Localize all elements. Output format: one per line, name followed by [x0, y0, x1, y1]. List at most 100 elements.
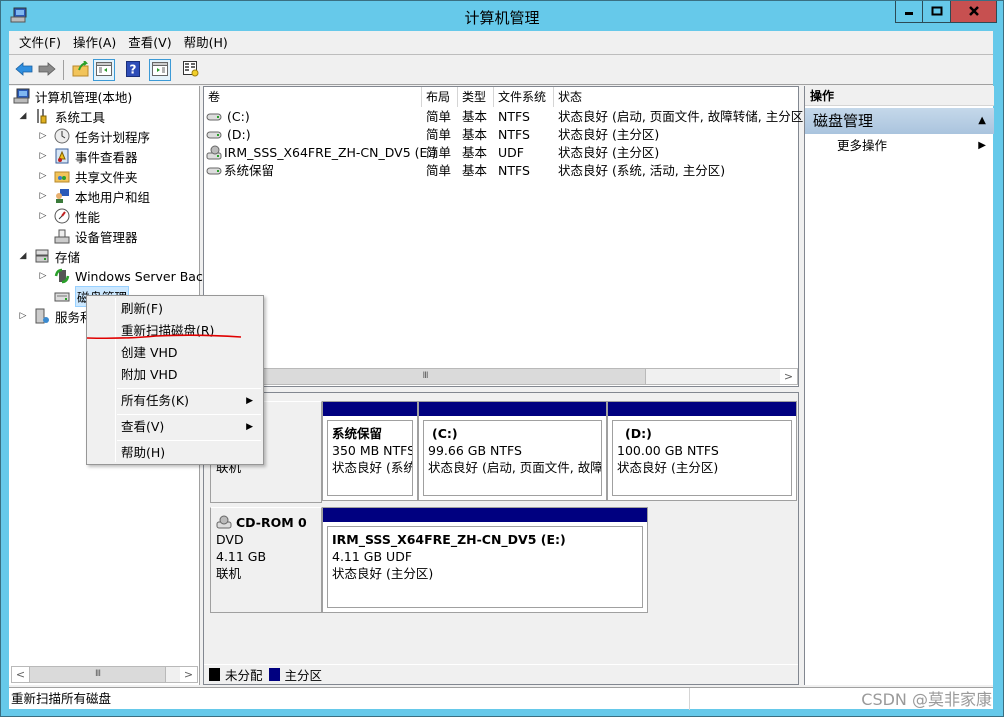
users-icon: [53, 188, 71, 204]
tree-item-event-viewer[interactable]: ▷ 事件查看器: [37, 146, 138, 166]
ctx-help[interactable]: 帮助(H): [89, 442, 261, 464]
minimize-button[interactable]: [895, 1, 923, 23]
help-button[interactable]: ?: [122, 59, 144, 81]
column-type[interactable]: 类型: [458, 87, 494, 107]
help-icon: ?: [126, 60, 140, 80]
expanded-icon[interactable]: ◢: [17, 251, 29, 261]
tree-item-task-scheduler[interactable]: ▷ 任务计划程序: [37, 126, 150, 146]
menu-help[interactable]: 帮助(H): [179, 31, 233, 55]
forward-button[interactable]: [36, 59, 58, 81]
maximize-button[interactable]: [923, 1, 951, 23]
properties-button[interactable]: [180, 59, 202, 81]
action-more-actions[interactable]: 更多操作 ▶: [805, 136, 994, 156]
volume-row[interactable]: (D:) 简单 基本 NTFS 状态良好 (主分区): [204, 126, 798, 144]
scroll-right-icon[interactable]: >: [180, 667, 197, 682]
volume-layout: 简单: [426, 163, 452, 178]
tree-item-system-tools[interactable]: ◢ 系统工具: [17, 106, 105, 126]
close-button[interactable]: [951, 1, 997, 23]
storage-icon: [33, 248, 51, 264]
tree-item-label: 共享文件夹: [75, 169, 138, 185]
column-status[interactable]: 状态: [554, 87, 798, 107]
ctx-all-tasks[interactable]: 所有任务(K) ▶: [89, 390, 261, 412]
disk-info[interactable]: CD-ROM 0 DVD 4.11 GB 联机: [210, 507, 322, 613]
volume-row[interactable]: (C:) 简单 基本 NTFS 状态良好 (启动, 页面文件, 故障转储, 主分…: [204, 108, 808, 126]
disk-management-icon: [53, 288, 71, 304]
submenu-arrow-icon: ▶: [246, 422, 253, 432]
unallocated-swatch: [209, 668, 220, 681]
tree-item-windows-server-backup[interactable]: ▷ Windows Server Back: [37, 266, 211, 286]
up-one-level-button[interactable]: [70, 59, 92, 81]
event-viewer-icon: [53, 148, 71, 164]
primary-partition-bar: [323, 402, 417, 416]
ctx-attach-vhd[interactable]: 附加 VHD: [89, 364, 261, 386]
volume-name: (D:): [227, 127, 251, 142]
collapsed-icon[interactable]: ▷: [17, 311, 29, 321]
window-title: 计算机管理: [464, 9, 540, 27]
ctx-view[interactable]: 查看(V) ▶: [89, 416, 261, 438]
tree-item-shared-folders[interactable]: ▷ 共享文件夹: [37, 166, 138, 186]
tree-item-label: 设备管理器: [75, 229, 138, 245]
scrollbar-thumb[interactable]: III: [205, 369, 646, 384]
ctx-create-vhd[interactable]: 创建 VHD: [89, 342, 261, 364]
ctx-refresh[interactable]: 刷新(F): [89, 298, 261, 320]
collapsed-icon[interactable]: ▷: [37, 151, 49, 161]
volume-list-horizontal-scrollbar[interactable]: III >: [204, 368, 798, 385]
drive-icon: [206, 126, 224, 144]
column-layout[interactable]: 布局: [422, 87, 458, 107]
collapsed-icon[interactable]: ▷: [37, 191, 49, 201]
ctx-rescan-disks[interactable]: 重新扫描磁盘(R): [89, 320, 261, 342]
tree-item-label: 事件查看器: [75, 149, 138, 165]
partition-e[interactable]: IRM_SSS_X64FRE_ZH-CN_DV5 (E:) 4.11 GB UD…: [322, 507, 648, 613]
tree-item-computer-management[interactable]: 计算机管理(本地): [13, 86, 132, 106]
scroll-left-icon[interactable]: <: [12, 667, 29, 682]
menu-action[interactable]: 操作(A): [68, 31, 121, 55]
volume-name: IRM_SSS_X64FRE_ZH-CN_DV5 (E:): [224, 145, 437, 160]
title-bar[interactable]: 计算机管理: [1, 1, 1003, 31]
volume-layout: 简单: [426, 145, 452, 160]
partition-c[interactable]: (C:) 99.66 GB NTFS 状态良好 (启动, 页面文件, 故障转: [418, 401, 607, 501]
legend-label: 未分配: [225, 668, 263, 683]
volume-status: 状态良好 (系统, 活动, 主分区): [558, 163, 726, 178]
show-hide-console-tree-button[interactable]: [93, 59, 115, 81]
menu-file[interactable]: 文件(F): [14, 31, 66, 55]
collapsed-icon[interactable]: ▷: [37, 131, 49, 141]
volume-row[interactable]: 系统保留 简单 基本 NTFS 状态良好 (系统, 活动, 主分区): [204, 162, 798, 180]
volume-status: 状态良好 (主分区): [558, 145, 660, 160]
show-hide-action-pane-icon: [152, 61, 168, 79]
drive-icon: [206, 162, 224, 180]
back-arrow-icon: [15, 61, 33, 79]
actions-section-disk-management[interactable]: 磁盘管理 ▲: [805, 108, 994, 134]
back-button[interactable]: [13, 59, 35, 81]
collapsed-icon[interactable]: ▷: [37, 171, 49, 181]
menu-bar: 文件(F) 操作(A) 查看(V) 帮助(H): [9, 31, 993, 55]
tree-item-device-manager[interactable]: 设备管理器: [53, 226, 138, 246]
volume-row[interactable]: IRM_SSS_X64FRE_ZH-CN_DV5 (E:) 简单 基本 UDF …: [204, 144, 798, 162]
tree-item-storage[interactable]: ◢ 存储: [17, 246, 80, 266]
column-volume[interactable]: 卷: [204, 87, 422, 107]
partition-system-reserved[interactable]: 系统保留 350 MB NTFS 状态良好 (系统: [322, 401, 418, 501]
tree-item-services-applications[interactable]: ▷ 服务和: [17, 306, 93, 326]
scroll-right-icon[interactable]: >: [780, 369, 797, 384]
minimize-icon: [904, 5, 914, 19]
partition-d[interactable]: (D:) 100.00 GB NTFS 状态良好 (主分区): [607, 401, 797, 501]
cd-drive-icon: [216, 515, 236, 530]
tree-horizontal-scrollbar[interactable]: < III >: [11, 666, 198, 683]
partition-status: 状态良好 (主分区): [617, 460, 719, 475]
menu-view[interactable]: 查看(V): [123, 31, 176, 55]
scrollbar-thumb[interactable]: III: [29, 667, 166, 682]
expanded-icon[interactable]: ◢: [17, 111, 29, 121]
tree-item-performance[interactable]: ▷ 性能: [37, 206, 100, 226]
collapsed-icon[interactable]: ▷: [37, 271, 49, 281]
partition-status: 状态良好 (系统: [332, 460, 413, 475]
menu-separator: [117, 388, 261, 389]
volume-status: 状态良好 (启动, 页面文件, 故障转储, 主分区): [558, 109, 809, 124]
tree-item-local-users-groups[interactable]: ▷ 本地用户和组: [37, 186, 150, 206]
tree-item-label: 存储: [55, 249, 81, 265]
column-filesystem[interactable]: 文件系统: [494, 87, 554, 107]
volume-layout: 简单: [426, 127, 452, 142]
show-hide-action-pane-button[interactable]: [149, 59, 171, 81]
collapsed-icon[interactable]: ▷: [37, 211, 49, 221]
collapse-up-icon[interactable]: ▲: [978, 108, 986, 134]
tree-item-label: 任务计划程序: [75, 129, 151, 145]
disk-graphical-view: 磁盘 0 B 联机 系统保留 350 MB NTFS 状态良好 (系统: [203, 392, 799, 685]
